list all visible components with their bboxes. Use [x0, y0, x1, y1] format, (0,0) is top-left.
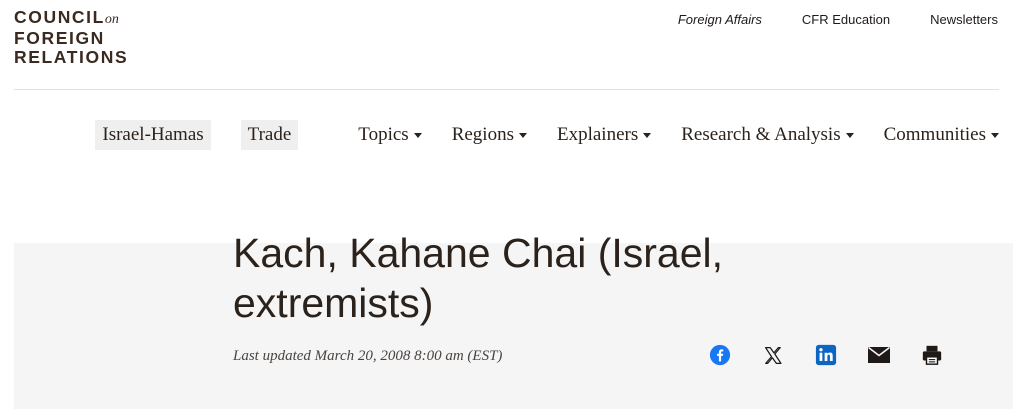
cfr-logo[interactable]: COUNCILon FOREIGN RELATIONS: [14, 8, 154, 67]
x-icon[interactable]: [761, 343, 785, 367]
nav-pill-israel-hamas[interactable]: Israel-Hamas: [95, 120, 211, 150]
linkedin-icon[interactable]: [814, 343, 838, 367]
nav-explainers[interactable]: Explainers: [556, 124, 652, 146]
utility-nav: Foreign Affairs CFR Education Newsletter…: [678, 12, 998, 27]
logo-relations: RELATIONS: [14, 47, 129, 67]
chevron-down-icon: [518, 132, 527, 138]
nav-communities[interactable]: Communities: [884, 124, 999, 146]
chevron-down-icon: [413, 132, 422, 138]
nav-explainers-label: Explainers: [556, 124, 639, 145]
nav-topics-label: Topics: [358, 124, 409, 145]
nav-regions[interactable]: Regions: [452, 124, 527, 146]
logo-foreign: FOREIGN: [14, 28, 105, 48]
nav-research-analysis[interactable]: Research & Analysis: [681, 124, 854, 146]
nav-pill-trade[interactable]: Trade: [240, 120, 299, 150]
article-title: Kach, Kahane Chai (Israel, extremists): [233, 230, 723, 326]
main-nav: Israel-Hamas Trade Topics Regions Explai…: [95, 120, 999, 150]
nav-communities-label: Communities: [883, 124, 986, 145]
link-foreign-affairs[interactable]: Foreign Affairs: [678, 12, 762, 27]
header-divider: [14, 89, 999, 90]
logo-on: on: [104, 12, 119, 27]
nav-research-analysis-label: Research & Analysis: [681, 124, 841, 145]
logo-council: COUNCIL: [14, 7, 105, 27]
share-bar: [708, 343, 944, 367]
nav-regions-label: Regions: [451, 124, 514, 145]
print-icon[interactable]: [920, 343, 944, 367]
chevron-down-icon: [991, 132, 999, 138]
email-icon[interactable]: [867, 343, 891, 367]
link-cfr-education[interactable]: CFR Education: [802, 12, 890, 27]
last-updated: Last updated March 20, 2008 8:00 am (EST…: [233, 348, 503, 364]
chevron-down-icon: [643, 132, 652, 138]
facebook-icon[interactable]: [708, 343, 732, 367]
chevron-down-icon: [845, 132, 854, 138]
link-newsletters[interactable]: Newsletters: [930, 12, 998, 27]
nav-topics[interactable]: Topics: [358, 124, 422, 146]
